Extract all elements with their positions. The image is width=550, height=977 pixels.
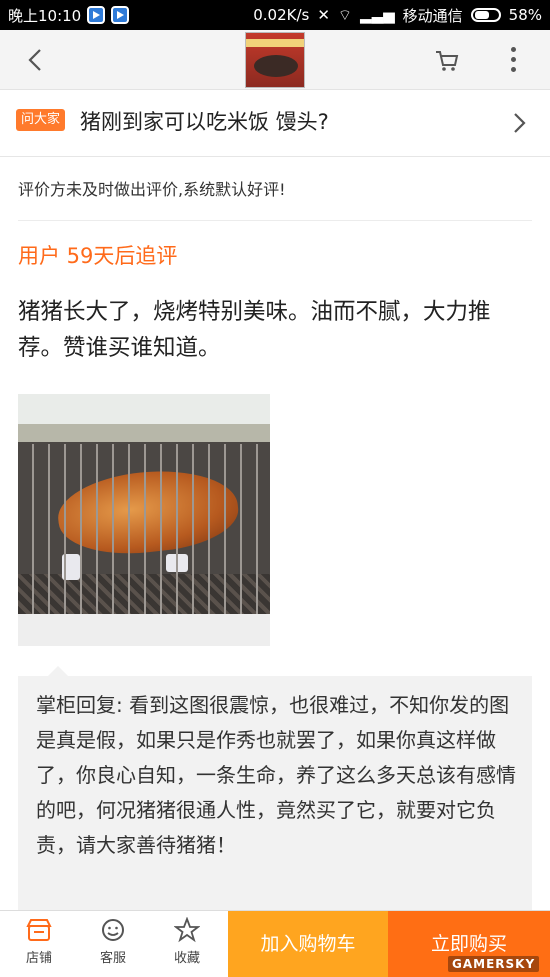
follow-up-review-label: 用户 59天后追评	[18, 244, 178, 268]
watermark: GAMERSKY	[448, 956, 540, 972]
mute-icon: ✕	[317, 6, 330, 24]
question-text: 猪刚到家可以吃米饭 馒头?	[80, 110, 329, 134]
ask-badge: 问大家	[16, 109, 66, 131]
product-thumbnail[interactable]	[245, 32, 305, 88]
seller-reply: 掌柜回复: 看到这图很震惊，也很难过，不知你发的图是真是假，如果只是作秀也就罢了…	[18, 666, 532, 912]
battery-level: 58%	[508, 6, 542, 24]
battery-icon	[470, 8, 501, 22]
network-speed: 0.02K/s	[253, 6, 310, 24]
service-icon	[102, 919, 124, 941]
service-tab[interactable]: 客服	[88, 917, 138, 966]
back-button[interactable]	[20, 44, 52, 76]
carrier-name: 移动通信	[402, 6, 463, 25]
cart-button[interactable]	[434, 48, 460, 74]
favorite-tab[interactable]: 收藏	[162, 917, 212, 966]
star-icon	[174, 917, 200, 943]
chevron-right-icon	[514, 113, 526, 133]
shop-tab[interactable]: 店铺	[14, 917, 64, 966]
more-button[interactable]	[506, 44, 520, 76]
default-review-note: 评价方未及时做出评价,系统默认好评!	[18, 180, 286, 199]
service-label: 客服	[99, 951, 126, 966]
review-photo[interactable]	[18, 394, 270, 646]
ask-everyone-row[interactable]: 问大家 猪刚到家可以吃米饭 馒头?	[0, 90, 550, 157]
favorite-label: 收藏	[173, 951, 200, 966]
divider	[18, 220, 532, 221]
seller-reply-text: 掌柜回复: 看到这图很震惊，也很难过，不知你发的图是真是假，如果只是作秀也就罢了…	[36, 693, 516, 857]
add-to-cart-button[interactable]: 加入购物车	[228, 911, 388, 977]
app-notification-icon	[111, 6, 130, 24]
more-vertical-icon	[510, 47, 516, 52]
shop-icon	[26, 919, 52, 941]
app-notification-icon	[87, 6, 106, 24]
cart-icon	[436, 51, 459, 71]
status-bar: 晚上10:10 0.02K/s ✕ ⌔ ▂▃▅ 移动通信 58%	[0, 0, 550, 30]
review-comment: 猪猪长大了，烧烤特别美味。油而不腻，大力推荐。赞谁买谁知道。	[18, 299, 491, 361]
wifi-icon: ⌔	[337, 5, 353, 24]
status-time: 晚上10:10	[8, 6, 82, 25]
chevron-left-icon	[28, 49, 41, 71]
shop-label: 店铺	[25, 951, 52, 966]
top-navigation	[0, 30, 550, 90]
signal-icon: ▂▃▅	[360, 6, 395, 24]
